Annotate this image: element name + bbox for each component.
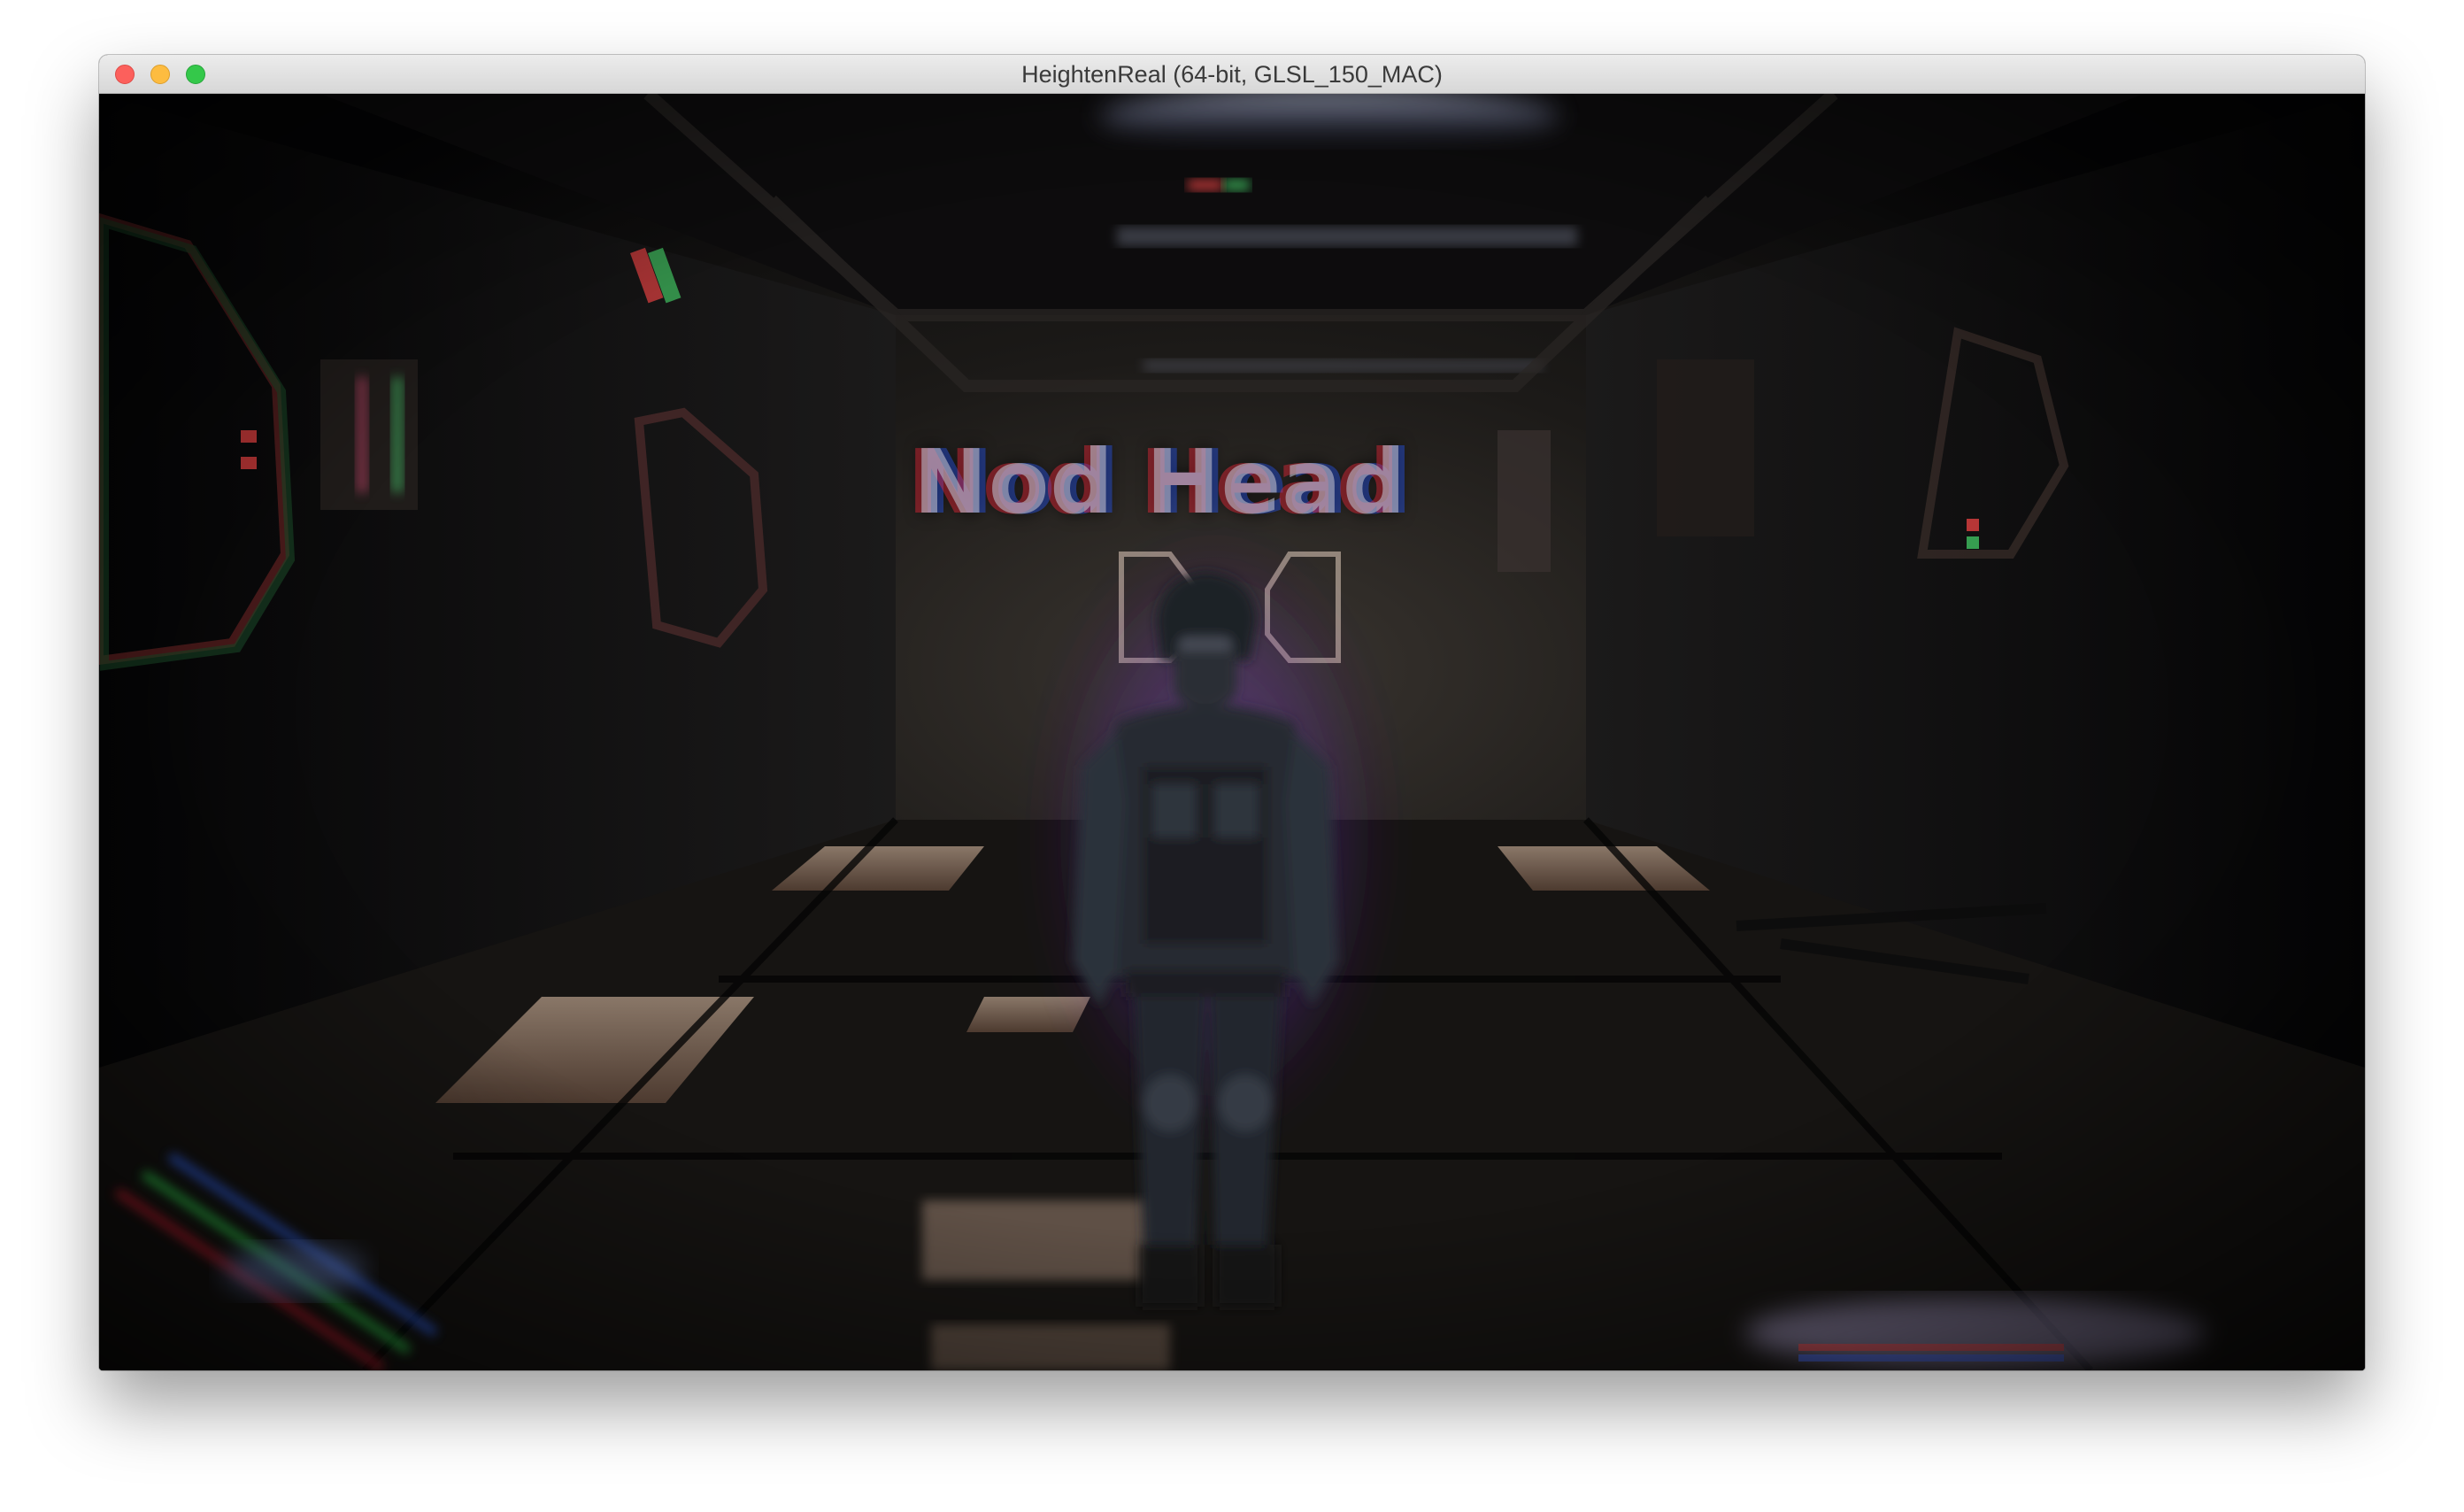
window-title: HeightenReal (64-bit, GLSL_150_MAC) <box>1021 61 1443 88</box>
corridor-scene <box>99 94 2365 1370</box>
game-viewport[interactable]: Nod Head <box>99 94 2365 1370</box>
app-window: HeightenReal (64-bit, GLSL_150_MAC) Nod … <box>99 55 2365 1370</box>
action-prompt-label: Nod Head <box>913 430 1407 534</box>
title-bar[interactable]: HeightenReal (64-bit, GLSL_150_MAC) <box>99 55 2365 94</box>
